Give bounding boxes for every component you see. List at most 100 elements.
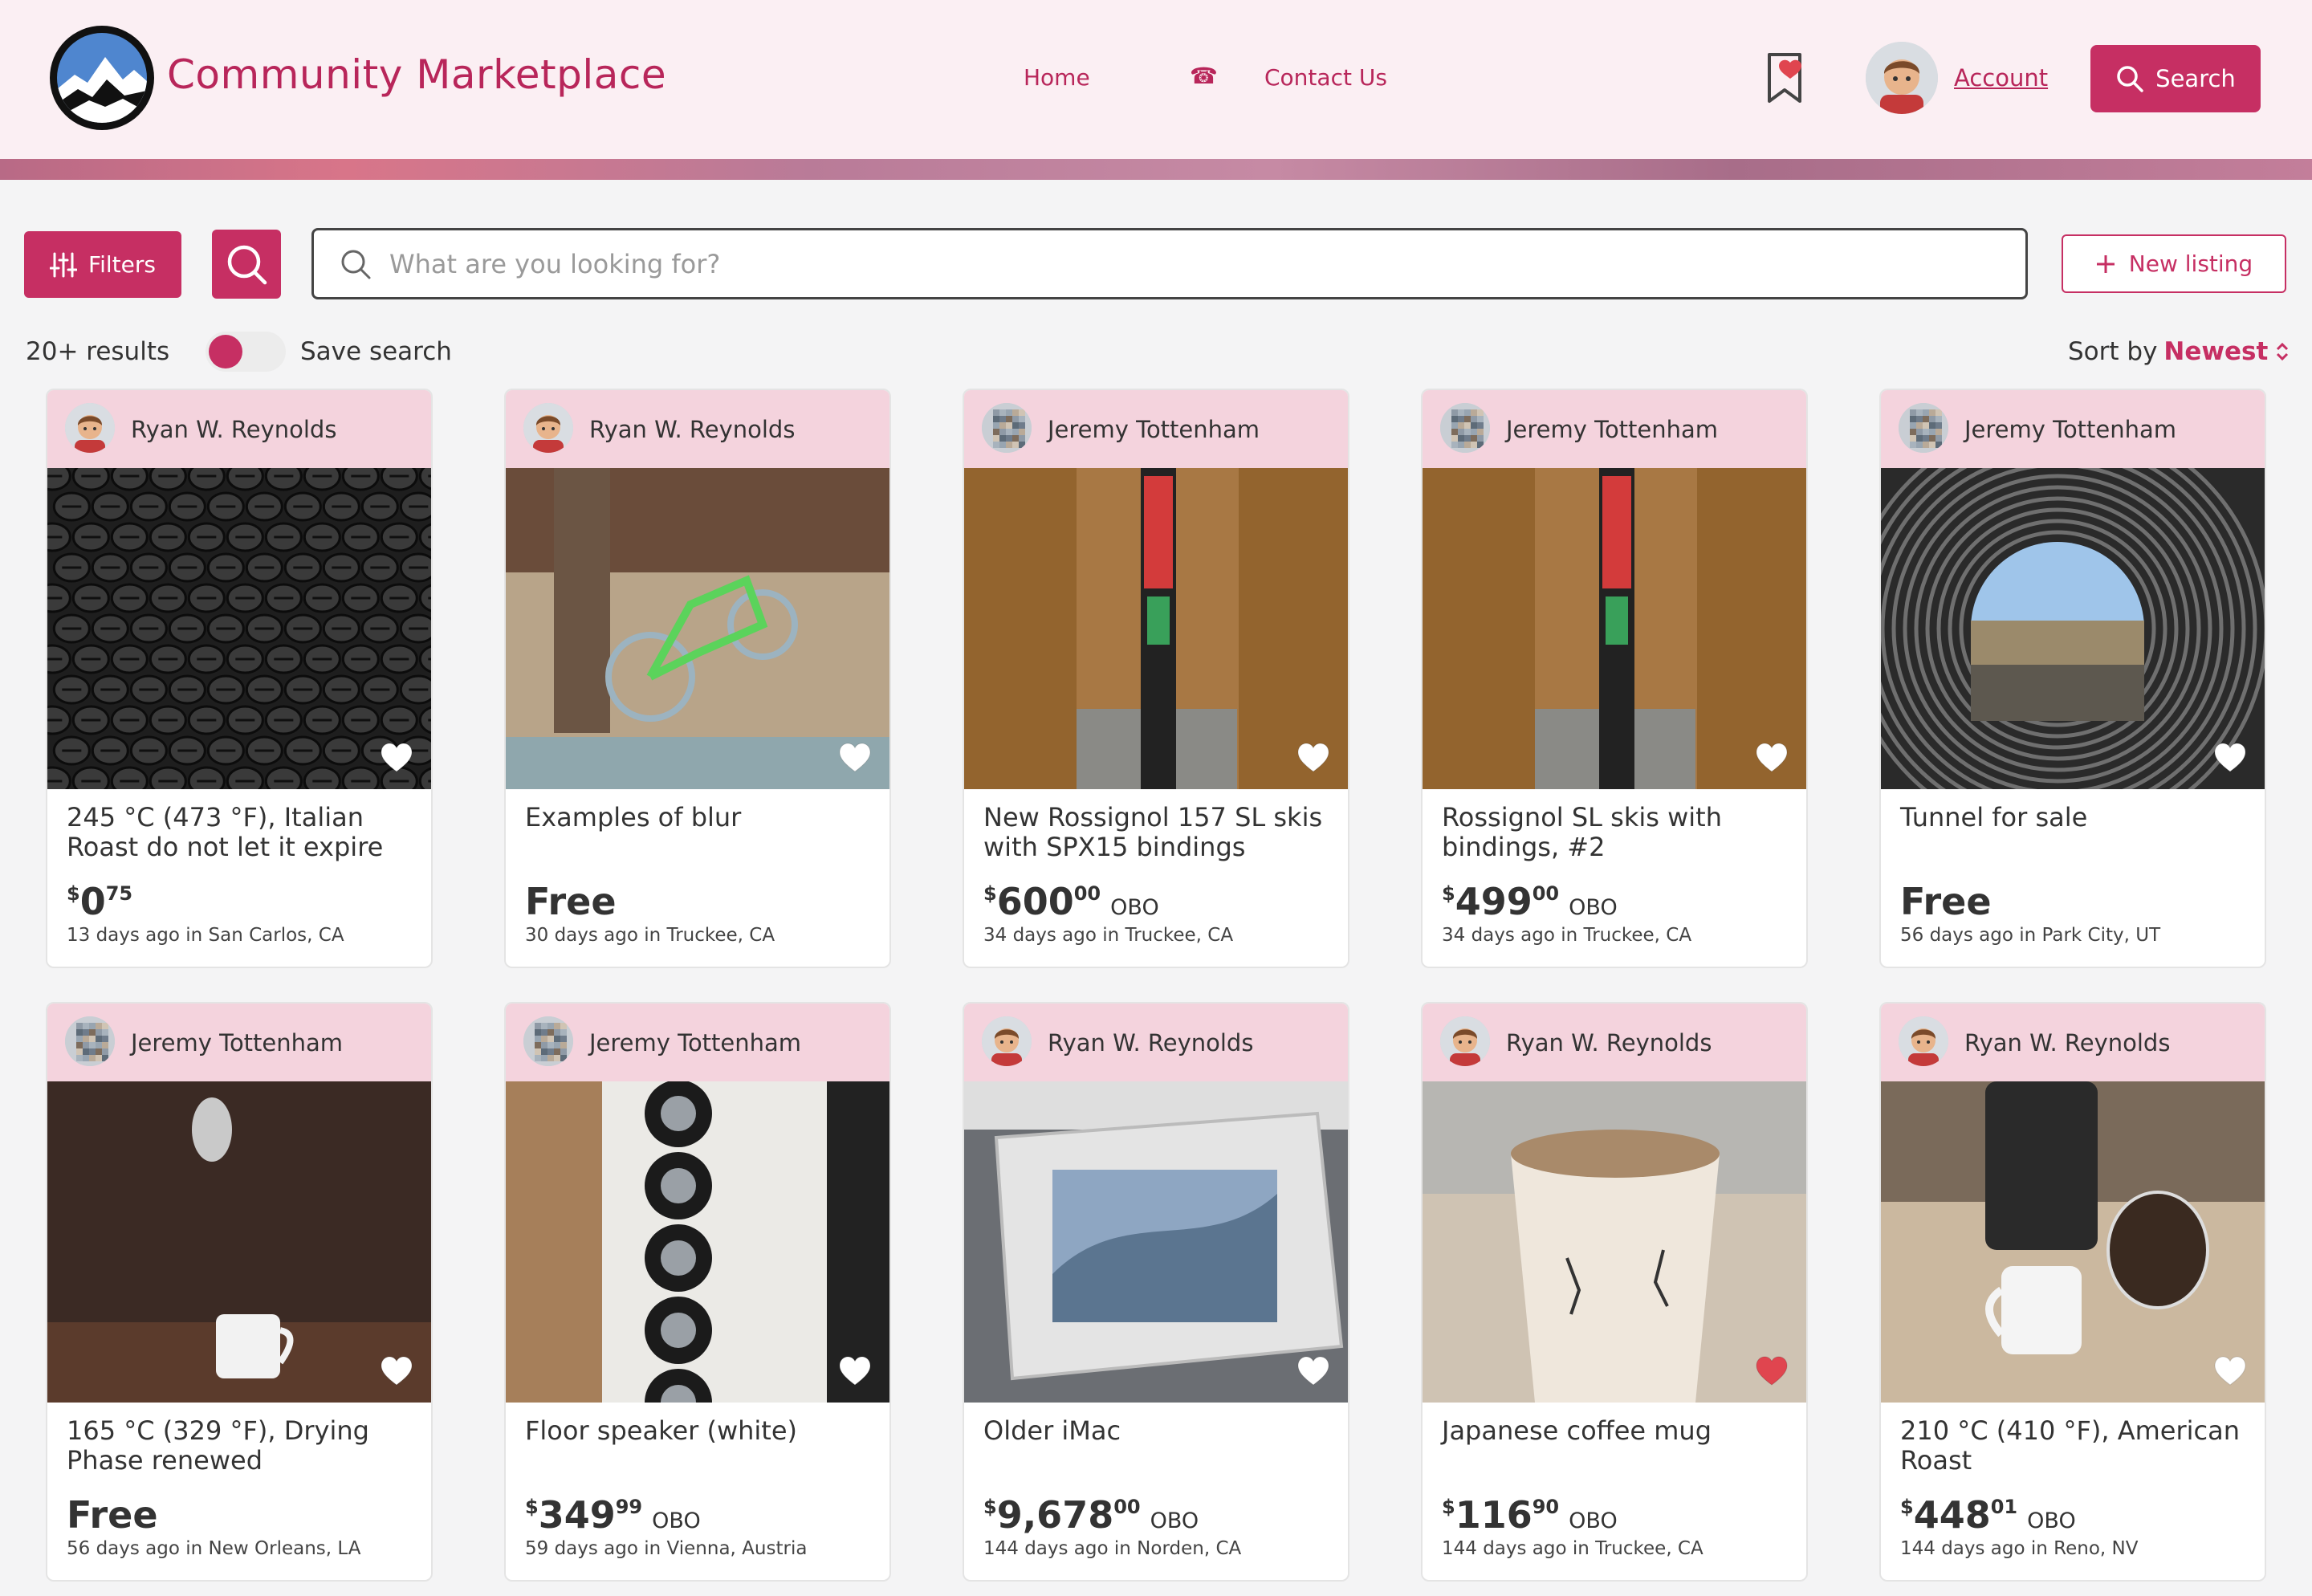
- listing-card[interactable]: Ryan W. Reynolds Japanese coffee mug $116 9…: [1421, 1002, 1808, 1582]
- listing-title[interactable]: Rossignol SL skis with bindings, #2: [1442, 803, 1795, 862]
- seller-name[interactable]: Jeremy Tottenham: [1506, 416, 1718, 443]
- listing-title[interactable]: 165 °C (329 °F), Drying Phase renewed: [67, 1416, 420, 1476]
- listing-title[interactable]: 245 °C (473 °F), Italian Roast do not le…: [67, 803, 420, 862]
- price-main: 9,678: [996, 1493, 1114, 1537]
- seller-avatar[interactable]: [1899, 1016, 1948, 1066]
- search-submit-button[interactable]: [212, 230, 281, 299]
- listing-title[interactable]: Tunnel for sale: [1900, 803, 2253, 833]
- seller-avatar[interactable]: [982, 403, 1032, 453]
- price-cents: 01: [1990, 1496, 2018, 1518]
- listing-image[interactable]: [1881, 468, 2265, 789]
- listing-meta: 30 days ago in Truckee, CA: [525, 925, 775, 946]
- listing-title[interactable]: Older iMac: [983, 1416, 1337, 1446]
- header-banner: [0, 159, 2312, 180]
- listing-card[interactable]: Jeremy Tottenham Tunnel for sale Free 56 da…: [1879, 389, 2266, 968]
- favorite-heart-icon[interactable]: [1755, 1356, 1789, 1386]
- favorite-heart-icon[interactable]: [2213, 1356, 2247, 1386]
- price-main: 600: [996, 880, 1074, 923]
- favorite-heart-icon[interactable]: [838, 743, 872, 773]
- favorite-heart-icon[interactable]: [1755, 743, 1789, 773]
- nav-contact[interactable]: Contact Us: [1264, 64, 1387, 91]
- favorite-heart-icon[interactable]: [380, 1356, 413, 1386]
- seller-name[interactable]: Jeremy Tottenham: [131, 1029, 343, 1057]
- seller-avatar[interactable]: [65, 403, 115, 453]
- listing-title[interactable]: Examples of blur: [525, 803, 878, 833]
- header-search-button[interactable]: Search: [2090, 45, 2261, 112]
- account-link[interactable]: Account: [1954, 64, 2048, 92]
- listing-image[interactable]: [964, 468, 1348, 789]
- seller-name[interactable]: Ryan W. Reynolds: [131, 416, 336, 443]
- save-search-toggle[interactable]: [206, 332, 286, 372]
- seller-avatar[interactable]: [65, 1016, 115, 1066]
- user-avatar[interactable]: [1866, 42, 1938, 114]
- seller-avatar[interactable]: [1440, 403, 1490, 453]
- listing-image[interactable]: [964, 1081, 1348, 1403]
- price-currency: $: [1442, 1496, 1455, 1518]
- seller-avatar[interactable]: [1440, 1016, 1490, 1066]
- price-obo: OBO: [652, 1508, 701, 1533]
- listing-card[interactable]: Ryan W. Reynolds Older iMac $9,678 00 OBO 144…: [963, 1002, 1349, 1582]
- listing-title[interactable]: New Rossignol 157 SL skis with SPX15 bin…: [983, 803, 1337, 862]
- brand-name[interactable]: Community Marketplace: [167, 51, 666, 98]
- listing-image[interactable]: [47, 468, 431, 789]
- listing-image[interactable]: [1423, 1081, 1806, 1403]
- seller-name[interactable]: Jeremy Tottenham: [1964, 416, 2176, 443]
- listing-meta: 34 days ago in Truckee, CA: [1442, 925, 1692, 946]
- search-icon: [2117, 66, 2143, 92]
- logo-icon[interactable]: [50, 26, 154, 130]
- seller-name[interactable]: Jeremy Tottenham: [589, 1029, 801, 1057]
- new-listing-button[interactable]: New listing: [2062, 234, 2286, 293]
- listing-title[interactable]: Floor speaker (white): [525, 1416, 878, 1446]
- seller-avatar[interactable]: [523, 1016, 573, 1066]
- price-free: Free: [1900, 880, 1992, 923]
- listing-price: $0 75: [67, 880, 142, 923]
- favorite-heart-icon[interactable]: [1296, 743, 1330, 773]
- card-seller-bar: Jeremy Tottenham: [964, 390, 1348, 468]
- price-cents: 00: [1113, 1496, 1141, 1518]
- seller-name[interactable]: Ryan W. Reynolds: [1506, 1029, 1712, 1057]
- filters-label: Filters: [88, 251, 156, 278]
- plus-icon: [2096, 254, 2115, 273]
- listing-card[interactable]: Jeremy Tottenham New Rossignol 157 SL ski…: [963, 389, 1349, 968]
- listing-card[interactable]: Jeremy Tottenham 165 °C (329 °F), Drying …: [46, 1002, 433, 1582]
- saved-bookmark-icon[interactable]: [1766, 51, 1808, 104]
- seller-avatar[interactable]: [1899, 403, 1948, 453]
- price-cents: 90: [1532, 1496, 1560, 1518]
- listing-card[interactable]: Ryan W. Reynolds 210 °C (410 °F), America…: [1879, 1002, 2266, 1582]
- listing-price: Free: [67, 1493, 158, 1537]
- favorite-heart-icon[interactable]: [2213, 743, 2247, 773]
- listing-image[interactable]: [506, 1081, 889, 1403]
- favorite-heart-icon[interactable]: [1296, 1356, 1330, 1386]
- favorite-heart-icon[interactable]: [380, 743, 413, 773]
- listing-meta: 144 days ago in Truckee, CA: [1442, 1538, 1703, 1559]
- seller-name[interactable]: Ryan W. Reynolds: [589, 416, 795, 443]
- price-currency: $: [1442, 882, 1455, 905]
- listing-price: $116 90 OBO: [1442, 1493, 1618, 1537]
- listing-meta: 144 days ago in Norden, CA: [983, 1538, 1242, 1559]
- listing-image[interactable]: [47, 1081, 431, 1403]
- listing-image[interactable]: [506, 468, 889, 789]
- seller-avatar[interactable]: [982, 1016, 1032, 1066]
- sort-dropdown[interactable]: Sort by Newest: [2068, 337, 2290, 366]
- listing-card[interactable]: Ryan W. Reynolds 245 °C (473 °F), Italian…: [46, 389, 433, 968]
- favorite-heart-icon[interactable]: [838, 1356, 872, 1386]
- listing-image[interactable]: [1881, 1081, 2265, 1403]
- listing-title[interactable]: Japanese coffee mug: [1442, 1416, 1795, 1446]
- listing-image[interactable]: [1423, 468, 1806, 789]
- listing-card[interactable]: Jeremy Tottenham Floor speaker (white) $34…: [504, 1002, 891, 1582]
- search-input[interactable]: [389, 248, 1915, 279]
- seller-name[interactable]: Ryan W. Reynolds: [1964, 1029, 2170, 1057]
- card-seller-bar: Jeremy Tottenham: [1423, 390, 1806, 468]
- seller-name[interactable]: Ryan W. Reynolds: [1048, 1029, 1253, 1057]
- seller-name[interactable]: Jeremy Tottenham: [1048, 416, 1260, 443]
- listing-meta: 13 days ago in San Carlos, CA: [67, 925, 344, 946]
- listing-card[interactable]: Jeremy Tottenham Rossignol SL skis with b…: [1421, 389, 1808, 968]
- price-free: Free: [525, 880, 617, 923]
- listing-title[interactable]: 210 °C (410 °F), American Roast: [1900, 1416, 2253, 1476]
- price-obo: OBO: [1569, 895, 1618, 920]
- nav-home[interactable]: Home: [1024, 64, 1090, 91]
- seller-avatar[interactable]: [523, 403, 573, 453]
- filters-button[interactable]: Filters: [24, 231, 181, 298]
- price-main: 448: [1913, 1493, 1991, 1537]
- listing-card[interactable]: Ryan W. Reynolds Examples of blur Free 30 d…: [504, 389, 891, 968]
